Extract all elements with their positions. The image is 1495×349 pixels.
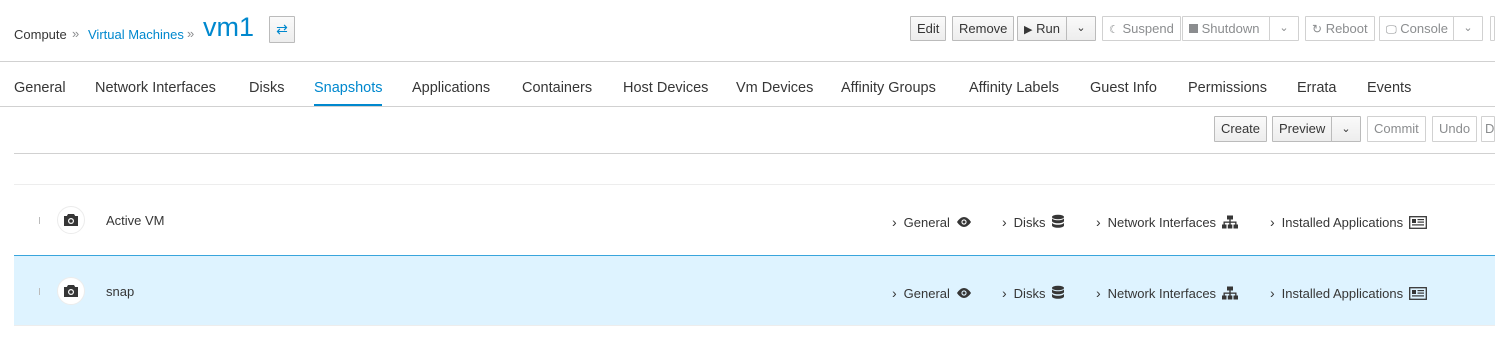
breadcrumb-separator: » (187, 26, 195, 41)
breadcrumb-compute[interactable]: Compute (14, 27, 67, 42)
delete-snapshot-button[interactable]: D (1481, 116, 1495, 142)
camera-icon (57, 206, 85, 234)
chevron-down-icon: ⌄ (1076, 22, 1086, 34)
swap-arrows-icon: ⇄ (276, 21, 288, 37)
tab-applications[interactable]: Applications (412, 80, 490, 96)
expand-general[interactable]: › General (892, 285, 972, 301)
network-icon (1222, 286, 1239, 300)
tab-network-interfaces[interactable]: Network Interfaces (95, 80, 216, 96)
shutdown-label: Shutdown (1201, 21, 1260, 36)
tab-snapshots[interactable]: Snapshots (314, 80, 383, 96)
eye-icon (956, 287, 972, 299)
snapshot-row-active-vm[interactable]: Active VM › General › Disks › Network In… (14, 185, 1495, 256)
row-handle (39, 288, 40, 295)
general-label: General (903, 285, 950, 301)
monitor-icon: 🖵 (1386, 24, 1397, 36)
preview-dropdown-button[interactable]: ⌄ (1331, 116, 1361, 142)
switch-vm-button[interactable]: ⇄ (269, 16, 295, 43)
chevron-right-icon: › (1096, 285, 1101, 301)
expand-installed-applications[interactable]: › Installed Applications (1270, 285, 1428, 301)
chevron-right-icon: › (1270, 285, 1275, 301)
snapshot-toolbar: Create Preview ⌄ Commit Undo D (14, 107, 1495, 154)
network-interfaces-label: Network Interfaces (1107, 285, 1217, 301)
expand-installed-applications[interactable]: › Installed Applications (1270, 214, 1428, 230)
refresh-icon: ↻ (1312, 22, 1323, 36)
list-card-icon (1409, 215, 1428, 229)
preview-snapshot-button[interactable]: Preview (1272, 116, 1332, 142)
snapshot-name: snap (106, 284, 135, 299)
expand-general[interactable]: › General (892, 214, 972, 230)
list-card-icon (1409, 286, 1428, 300)
tab-vm-devices[interactable]: Vm Devices (736, 80, 813, 96)
chevron-right-icon: › (892, 285, 897, 301)
tab-events[interactable]: Events (1367, 80, 1411, 96)
general-label: General (903, 214, 950, 230)
play-icon: ▶ (1024, 24, 1033, 36)
snapshot-row-snap[interactable]: snap › General › Disks › Network Interfa… (14, 255, 1495, 326)
tab-host-devices[interactable]: Host Devices (623, 80, 708, 96)
console-button[interactable]: 🖵 Console (1379, 16, 1454, 41)
page-title: vm1 (203, 12, 255, 42)
moon-icon: ☾ (1109, 24, 1119, 36)
expand-network-interfaces[interactable]: › Network Interfaces (1096, 214, 1239, 230)
page-header: Compute » Virtual Machines » vm1 ⇄ Edit … (0, 0, 1495, 62)
tab-containers[interactable]: Containers (522, 80, 592, 96)
shutdown-button[interactable]: Shutdown (1182, 16, 1270, 41)
commit-snapshot-button[interactable]: Commit (1367, 116, 1426, 142)
create-snapshot-button[interactable]: Create (1214, 116, 1268, 142)
camera-icon (57, 277, 85, 305)
row-handle (39, 217, 40, 224)
console-label: Console (1400, 21, 1448, 36)
breadcrumb-separator: » (72, 26, 80, 41)
overflow-button[interactable] (1490, 16, 1495, 41)
installed-applications-label: Installed Applications (1281, 214, 1404, 230)
chevron-right-icon: › (1002, 214, 1007, 230)
shutdown-dropdown-button[interactable]: ⌄ (1269, 16, 1299, 41)
tab-affinity-labels[interactable]: Affinity Labels (969, 80, 1059, 96)
chevron-right-icon: › (1002, 285, 1007, 301)
chevron-right-icon: › (1270, 214, 1275, 230)
tab-affinity-groups[interactable]: Affinity Groups (841, 80, 936, 96)
network-icon (1222, 215, 1239, 229)
suspend-button[interactable]: ☾ Suspend (1102, 16, 1181, 41)
undo-snapshot-button[interactable]: Undo (1432, 116, 1478, 142)
chevron-down-icon: ⌄ (1279, 22, 1289, 34)
tab-errata[interactable]: Errata (1297, 80, 1337, 96)
reboot-label: Reboot (1325, 21, 1368, 36)
stop-icon (1189, 24, 1198, 33)
installed-applications-label: Installed Applications (1281, 285, 1404, 301)
database-icon (1051, 285, 1065, 301)
tab-general[interactable]: General (14, 80, 66, 96)
expand-network-interfaces[interactable]: › Network Interfaces (1096, 285, 1239, 301)
chevron-down-icon: ⌄ (1341, 123, 1351, 135)
eye-icon (956, 216, 972, 228)
tab-guest-info[interactable]: Guest Info (1090, 80, 1157, 96)
chevron-right-icon: › (892, 214, 897, 230)
edit-button[interactable]: Edit (910, 16, 947, 41)
suspend-label: Suspend (1122, 21, 1174, 36)
network-interfaces-label: Network Interfaces (1107, 214, 1217, 230)
database-icon (1051, 214, 1065, 230)
console-dropdown-button[interactable]: ⌄ (1453, 16, 1483, 41)
breadcrumb-virtual-machines[interactable]: Virtual Machines (88, 27, 184, 42)
active-tab-indicator (314, 104, 382, 106)
tab-permissions[interactable]: Permissions (1188, 80, 1267, 96)
chevron-down-icon: ⌄ (1463, 22, 1473, 34)
run-button[interactable]: ▶ Run (1017, 16, 1067, 41)
expand-disks[interactable]: › Disks (1002, 285, 1065, 301)
disks-label: Disks (1013, 285, 1046, 301)
tab-disks[interactable]: Disks (249, 80, 284, 96)
snapshot-name: Active VM (106, 213, 165, 228)
run-dropdown-button[interactable]: ⌄ (1066, 16, 1096, 41)
expand-disks[interactable]: › Disks (1002, 214, 1065, 230)
chevron-right-icon: › (1096, 214, 1101, 230)
run-label: Run (1036, 21, 1060, 36)
reboot-button[interactable]: ↻ Reboot (1305, 16, 1375, 41)
remove-button[interactable]: Remove (952, 16, 1015, 41)
detail-tabs: General Network Interfaces Disks Snapsho… (0, 62, 1495, 107)
disks-label: Disks (1013, 214, 1046, 230)
